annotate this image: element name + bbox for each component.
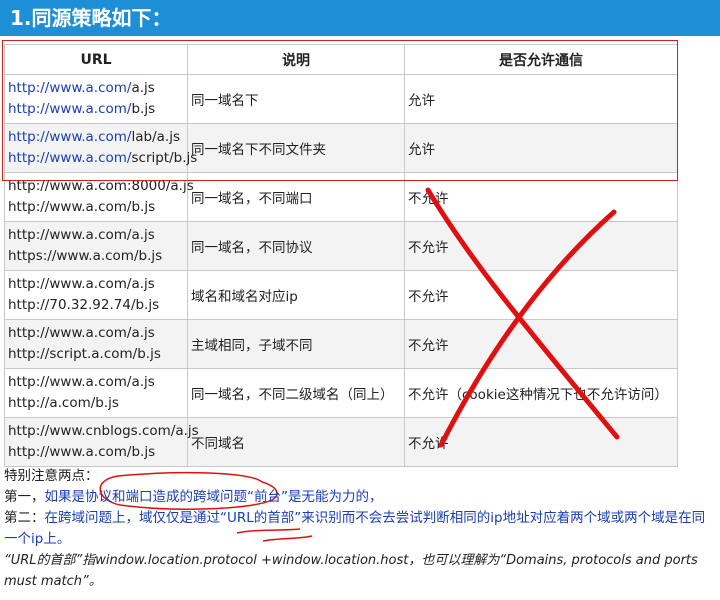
url-cell: http://www.a.com/a.js http://70.32.92.74/…: [4, 270, 188, 320]
url-host: http://www.a.com/: [8, 150, 132, 166]
url-text: http://www.a.com/lab/a.js: [8, 127, 184, 148]
table-row: http://www.a.com/a.js http://70.32.92.74/…: [4, 270, 678, 320]
url-host: http://www.a.com/b.js: [8, 444, 156, 460]
table-header-row: URL 说明 是否允许通信: [4, 44, 678, 75]
url-text: http://www.a.com/a.js: [8, 372, 184, 393]
header-description: 说明: [187, 44, 405, 75]
url-host: http://www.a.com/: [8, 80, 132, 96]
allowed-cell: 允许: [404, 74, 678, 124]
url-text: http://www.a.com/b.js: [8, 99, 184, 120]
url-text: http://www.a.com/script/b.js: [8, 148, 197, 169]
url-host: http://www.a.com/a.js: [8, 276, 155, 292]
url-path: lab/a.js: [131, 129, 180, 145]
url-text: http://www.a.com/a.js: [8, 78, 184, 99]
header-url: URL: [4, 44, 188, 75]
url-host: http://a.com/b.js: [8, 395, 119, 411]
table-row: http://www.a.com/lab/a.js http://www.a.co…: [4, 123, 678, 173]
url-text: http://70.32.92.74/b.js: [8, 295, 184, 316]
same-origin-table: URL 说明 是否允许通信 http://www.a.com/a.js http:…: [4, 44, 678, 467]
description-cell: 同一域名下: [187, 74, 405, 124]
description-cell: 同一域名，不同协议: [187, 221, 405, 271]
url-cell: http://www.a.com/a.js http://script.a.com…: [4, 319, 188, 369]
url-host: http://70.32.92.74/b.js: [8, 297, 160, 313]
allowed-cell: 不允许（cookie这种情况下也不允许访问）: [404, 368, 678, 418]
table-row: http://www.a.com/a.js http://a.com/b.js 同一…: [4, 368, 678, 418]
url-path: b.js: [131, 101, 156, 117]
section-heading: 1.同源策略如下：: [0, 0, 720, 36]
description-cell: 主域相同，子域不同: [187, 319, 405, 369]
url-text: http://www.a.com/b.js: [8, 442, 184, 463]
url-cell: http://www.a.com/a.js https://www.a.com/b…: [4, 221, 188, 271]
table-row: http://www.a.com:8000/a.js http://www.a.c…: [4, 172, 678, 222]
url-cell: http://www.a.com:8000/a.js http://www.a.c…: [4, 172, 194, 222]
url-text: http://a.com/b.js: [8, 393, 184, 414]
description-cell: 同一域名下不同文件夹: [187, 123, 405, 173]
url-host: http://script.a.com/b.js: [8, 346, 161, 362]
description-cell: 同一域名，不同二级域名（同上）: [187, 368, 405, 418]
allowed-cell: 不允许: [404, 270, 678, 320]
url-host: http://www.a.com/a.js: [8, 325, 155, 341]
url-host: https://www.a.com/b.js: [8, 248, 163, 264]
url-cell: http://www.a.com/a.js http://www.a.com/b.…: [4, 74, 188, 124]
url-cell: http://www.a.com/lab/a.js http://www.a.co…: [4, 123, 197, 173]
allowed-cell: 不允许: [404, 417, 678, 467]
note-first-prefix: 第一，: [4, 489, 45, 505]
description-cell: 同一域名，不同端口: [187, 172, 405, 222]
url-host: http://www.a.com:8000/a.js: [8, 178, 194, 194]
url-text: http://script.a.com/b.js: [8, 344, 184, 365]
url-path: a.js: [131, 80, 155, 96]
note-second: 第二：在跨域问题上，域仅仅是通过“URL的首部”来识别而不会去尝试判断相同的ip…: [4, 508, 716, 550]
url-text: http://www.cnblogs.com/a.js: [8, 421, 199, 442]
url-host: http://www.a.com/: [8, 129, 132, 145]
description-cell: 域名和域名对应ip: [187, 270, 405, 320]
allowed-cell: 允许: [404, 123, 678, 173]
url-host: http://www.a.com/a.js: [8, 374, 155, 390]
url-cell: http://www.a.com/a.js http://a.com/b.js: [4, 368, 188, 418]
table-row: http://www.a.com/a.js https://www.a.com/b…: [4, 221, 678, 271]
table-row: http://www.a.com/a.js http://www.a.com/b.…: [4, 74, 678, 124]
description-cell: 不同域名: [187, 417, 405, 467]
url-text: https://www.a.com/b.js: [8, 246, 184, 267]
header-allowed: 是否允许通信: [404, 44, 678, 75]
note-first: 第一，如果是协议和端口造成的跨域问题“前台”是无能为力的，: [4, 487, 716, 508]
url-text: http://www.a.com/b.js: [8, 197, 184, 218]
url-host: http://www.cnblogs.com/a.js: [8, 423, 199, 439]
notes-intro: 特别注意两点：: [4, 468, 99, 484]
allowed-cell: 不允许: [404, 172, 678, 222]
allowed-cell: 不允许: [404, 319, 678, 369]
url-host: http://www.a.com/: [8, 101, 132, 117]
allowed-cell: 不允许: [404, 221, 678, 271]
note-footnote: “URL的首部”指window.location.protocol +windo…: [4, 553, 698, 589]
note-second-prefix: 第二：: [4, 510, 45, 526]
url-text: http://www.a.com/a.js: [8, 225, 184, 246]
url-path: script/b.js: [131, 150, 198, 166]
url-text: http://www.a.com:8000/a.js: [8, 176, 194, 197]
url-text: http://www.a.com/a.js: [8, 274, 184, 295]
note-first-text: 如果是协议和端口造成的跨域问题“前台”是无能为力的，: [44, 489, 383, 505]
table-row: http://www.cnblogs.com/a.js http://www.a.…: [4, 417, 678, 467]
url-host: http://www.a.com/a.js: [8, 227, 155, 243]
note-second-text: 在跨域问题上，域仅仅是通过“URL的首部”来识别而不会去尝试判断相同的ip地址对…: [4, 510, 706, 547]
url-text: http://www.a.com/a.js: [8, 323, 184, 344]
notes-section: 特别注意两点： 第一，如果是协议和端口造成的跨域问题“前台”是无能为力的， 第二…: [4, 466, 716, 592]
url-host: http://www.a.com/b.js: [8, 199, 156, 215]
table-row: http://www.a.com/a.js http://script.a.com…: [4, 319, 678, 369]
url-cell: http://www.cnblogs.com/a.js http://www.a.…: [4, 417, 199, 467]
